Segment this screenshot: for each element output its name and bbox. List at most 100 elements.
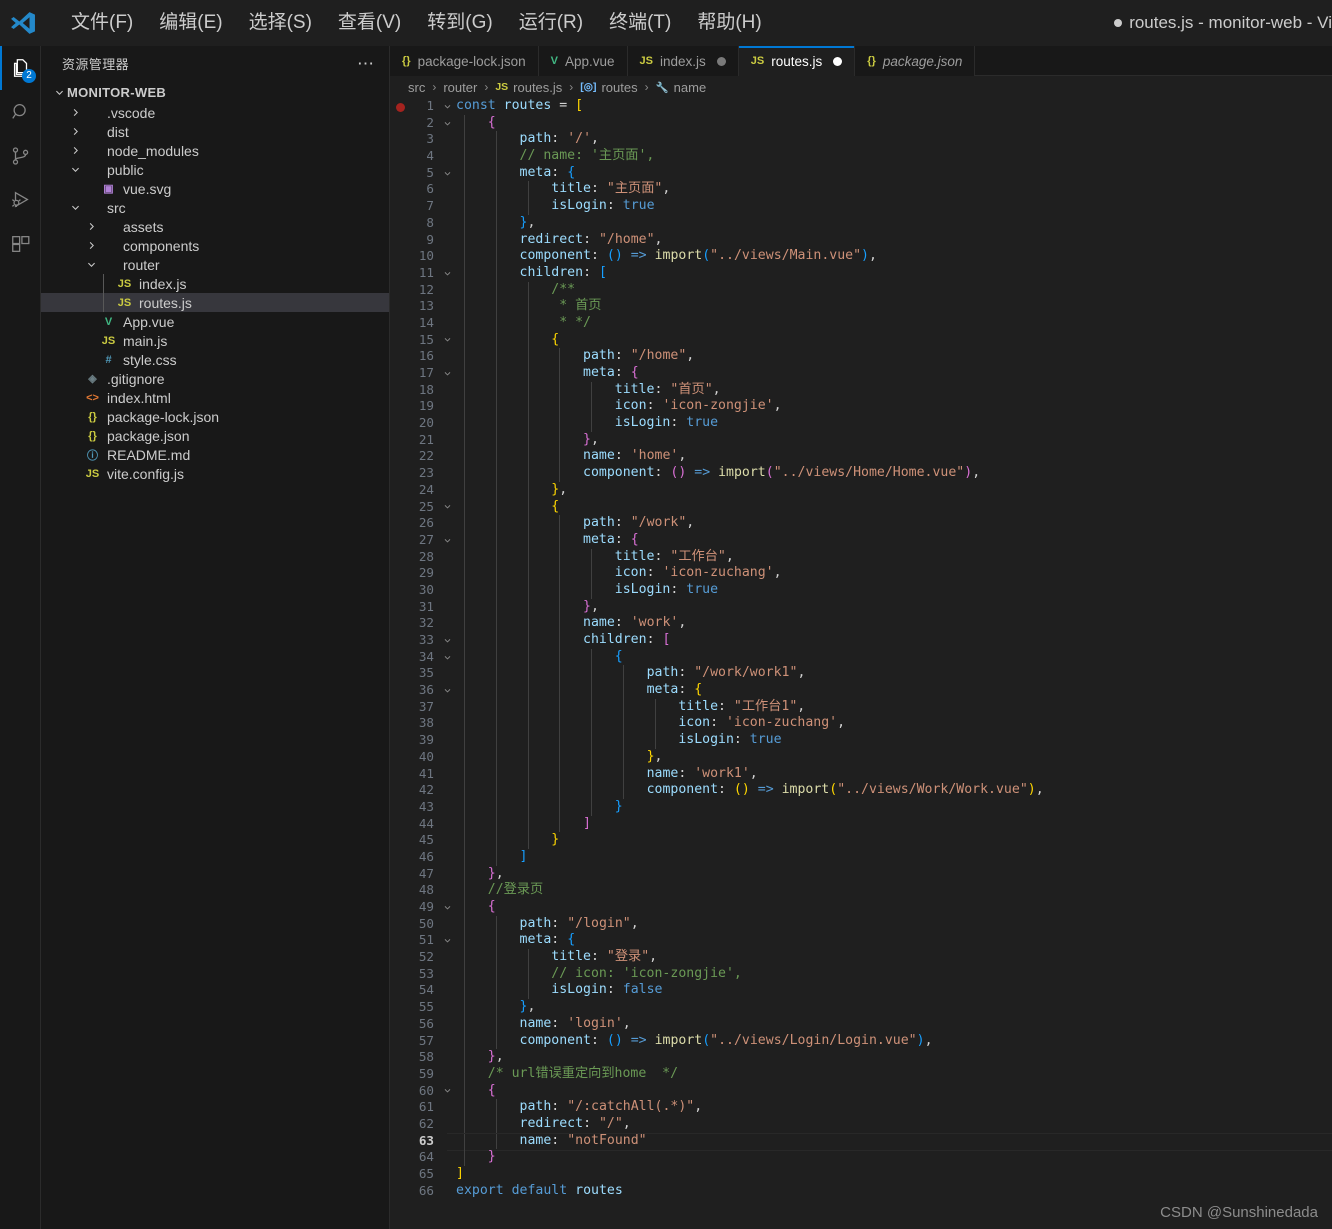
- code-line[interactable]: 59 /* url错误重定向到home */: [390, 1065, 1332, 1083]
- file-tree[interactable]: .vscode dist node_modules public ▣ vue.svg src…: [41, 103, 389, 483]
- ellipsis-icon[interactable]: ⋯: [357, 55, 375, 72]
- code-line[interactable]: 12 /**: [390, 281, 1332, 299]
- code-line[interactable]: 27 meta: {: [390, 531, 1332, 549]
- menu-item-0[interactable]: 文件(F): [58, 7, 146, 40]
- activity-item-extensions[interactable]: [0, 222, 41, 266]
- fold-chevron-down-icon[interactable]: [438, 332, 456, 349]
- menu-item-5[interactable]: 运行(R): [506, 7, 596, 40]
- menu-item-2[interactable]: 选择(S): [236, 7, 325, 40]
- code-line[interactable]: 13 * 首页: [390, 298, 1332, 315]
- menu-item-1[interactable]: 编辑(E): [146, 7, 235, 40]
- code-line[interactable]: 45 }: [390, 832, 1332, 849]
- code-line[interactable]: 15 {: [390, 331, 1332, 349]
- code-line[interactable]: 39 isLogin: true: [390, 732, 1332, 749]
- code-line[interactable]: 30 isLogin: true: [390, 581, 1332, 599]
- tree-file-index-js[interactable]: JS index.js: [41, 274, 389, 293]
- code-line[interactable]: 16 path: "/home",: [390, 348, 1332, 365]
- code-line[interactable]: 8 },: [390, 214, 1332, 232]
- code-line[interactable]: 54 isLogin: false: [390, 982, 1332, 1000]
- code-line[interactable]: 53 // icon: 'icon-zongjie',: [390, 965, 1332, 983]
- menu-item-7[interactable]: 帮助(H): [684, 7, 774, 40]
- menu-item-4[interactable]: 转到(G): [414, 7, 505, 40]
- tree-folder-node-modules[interactable]: node_modules: [41, 141, 389, 160]
- editor-tab-package-json[interactable]: {} package.json: [855, 46, 976, 76]
- code-line[interactable]: 20 isLogin: true: [390, 415, 1332, 432]
- code-line[interactable]: 25 {: [390, 498, 1332, 516]
- code-line[interactable]: 55 },: [390, 999, 1332, 1016]
- activity-bar[interactable]: 2: [0, 46, 41, 1229]
- tree-file-routes-js[interactable]: JS routes.js: [41, 293, 389, 312]
- menu-item-6[interactable]: 终端(T): [596, 7, 684, 40]
- tree-root-folder[interactable]: MONITOR-WEB: [41, 81, 389, 103]
- tree-file-package-lock-json[interactable]: {} package-lock.json: [41, 407, 389, 426]
- code-line[interactable]: 65]: [390, 1166, 1332, 1183]
- tree-file-main-js[interactable]: JS main.js: [41, 331, 389, 350]
- code-line[interactable]: 61 path: "/:catchAll(.*)",: [390, 1099, 1332, 1116]
- code-line[interactable]: 22 name: 'home',: [390, 448, 1332, 466]
- fold-chevron-down-icon[interactable]: [438, 98, 456, 115]
- code-line[interactable]: 47 },: [390, 865, 1332, 883]
- tree-folder-assets[interactable]: assets: [41, 217, 389, 236]
- editor-tab-package-lock-json[interactable]: {} package-lock.json: [390, 46, 539, 76]
- fold-chevron-down-icon[interactable]: [438, 682, 456, 699]
- code-line[interactable]: 66 export default routes: [390, 1183, 1332, 1200]
- fold-chevron-down-icon[interactable]: [438, 1083, 456, 1100]
- code-line[interactable]: 52 title: "登录",: [390, 949, 1332, 966]
- code-line[interactable]: 21 },: [390, 431, 1332, 449]
- tree-folder-src[interactable]: src: [41, 198, 389, 217]
- breadcrumb-item-name[interactable]: 🔧 name: [656, 80, 707, 95]
- fold-chevron-down-icon[interactable]: [438, 365, 456, 382]
- code-line[interactable]: 18 title: "首页",: [390, 381, 1332, 399]
- fold-chevron-down-icon[interactable]: [438, 165, 456, 182]
- code-line[interactable]: 51 meta: {: [390, 932, 1332, 950]
- code-line[interactable]: 48 //登录页: [390, 882, 1332, 899]
- tree-file-readme-md[interactable]: ⓘ README.md: [41, 445, 389, 464]
- menu-item-3[interactable]: 查看(V): [325, 7, 414, 40]
- code-line[interactable]: 60 {: [390, 1082, 1332, 1100]
- tree-file--gitignore[interactable]: ◈ .gitignore: [41, 369, 389, 388]
- menu-bar[interactable]: 文件(F) 编辑(E) 选择(S) 查看(V) 转到(G) 运行(R) 终端(T) 帮助(H): [58, 0, 775, 46]
- tree-file-app-vue[interactable]: V App.vue: [41, 312, 389, 331]
- fold-chevron-down-icon[interactable]: [438, 265, 456, 282]
- code-line[interactable]: 1 const routes = [: [390, 98, 1332, 115]
- breadcrumb-item-routes-js[interactable]: JS routes.js: [495, 80, 562, 95]
- code-line[interactable]: 62 redirect: "/",: [390, 1115, 1332, 1133]
- code-line[interactable]: 36 meta: {: [390, 682, 1332, 699]
- tab-dirty-indicator-icon[interactable]: [833, 56, 843, 66]
- tab-dirty-indicator-icon[interactable]: [716, 56, 726, 66]
- code-line[interactable]: 23 component: () => import("../views/Hom…: [390, 465, 1332, 482]
- tree-folder-router[interactable]: router: [41, 255, 389, 274]
- code-line[interactable]: 41 name: 'work1',: [390, 765, 1332, 783]
- code-line[interactable]: 64 }: [390, 1149, 1332, 1166]
- fold-chevron-down-icon[interactable]: [438, 532, 456, 549]
- code-line[interactable]: 10 component: () => import("../views/Mai…: [390, 248, 1332, 265]
- code-line[interactable]: 58 },: [390, 1049, 1332, 1066]
- editor-tab-index-js[interactable]: JS index.js: [627, 46, 739, 76]
- tree-folder-dist[interactable]: dist: [41, 122, 389, 141]
- tree-file-style-css[interactable]: # style.css: [41, 350, 389, 369]
- code-line[interactable]: 42 component: () => import("../views/Wor…: [390, 782, 1332, 799]
- code-line[interactable]: 33 children: [: [390, 632, 1332, 649]
- activity-item-source-control[interactable]: [0, 134, 41, 178]
- tree-folder-components[interactable]: components: [41, 236, 389, 255]
- tree-file-index-html[interactable]: <> index.html: [41, 388, 389, 407]
- fold-chevron-down-icon[interactable]: [438, 115, 456, 132]
- fold-chevron-down-icon[interactable]: [438, 649, 456, 666]
- code-line[interactable]: 32 name: 'work',: [390, 615, 1332, 632]
- tree-file-vite-config-js[interactable]: JS vite.config.js: [41, 464, 389, 483]
- code-line[interactable]: 35 path: "/work/work1",: [390, 665, 1332, 683]
- breadcrumb-item-router[interactable]: router: [443, 80, 477, 95]
- activity-item-run-debug[interactable]: [0, 178, 41, 222]
- code-line[interactable]: 49 {: [390, 899, 1332, 916]
- code-line[interactable]: 31 },: [390, 598, 1332, 616]
- code-line[interactable]: 24 },: [390, 481, 1332, 499]
- code-line[interactable]: 29 icon: 'icon-zuchang',: [390, 565, 1332, 582]
- breakpoint-icon[interactable]: [396, 102, 405, 112]
- code-line[interactable]: 17 meta: {: [390, 365, 1332, 382]
- code-line[interactable]: 43 }: [390, 798, 1332, 816]
- code-line[interactable]: 26 path: "/work",: [390, 515, 1332, 532]
- editor-tabs[interactable]: {} package-lock.json V App.vue JS index.js JS r…: [390, 46, 1332, 76]
- code-line[interactable]: 37 title: "工作台1",: [390, 698, 1332, 716]
- fold-chevron-down-icon[interactable]: [438, 899, 456, 916]
- code-line[interactable]: 7 isLogin: true: [390, 198, 1332, 215]
